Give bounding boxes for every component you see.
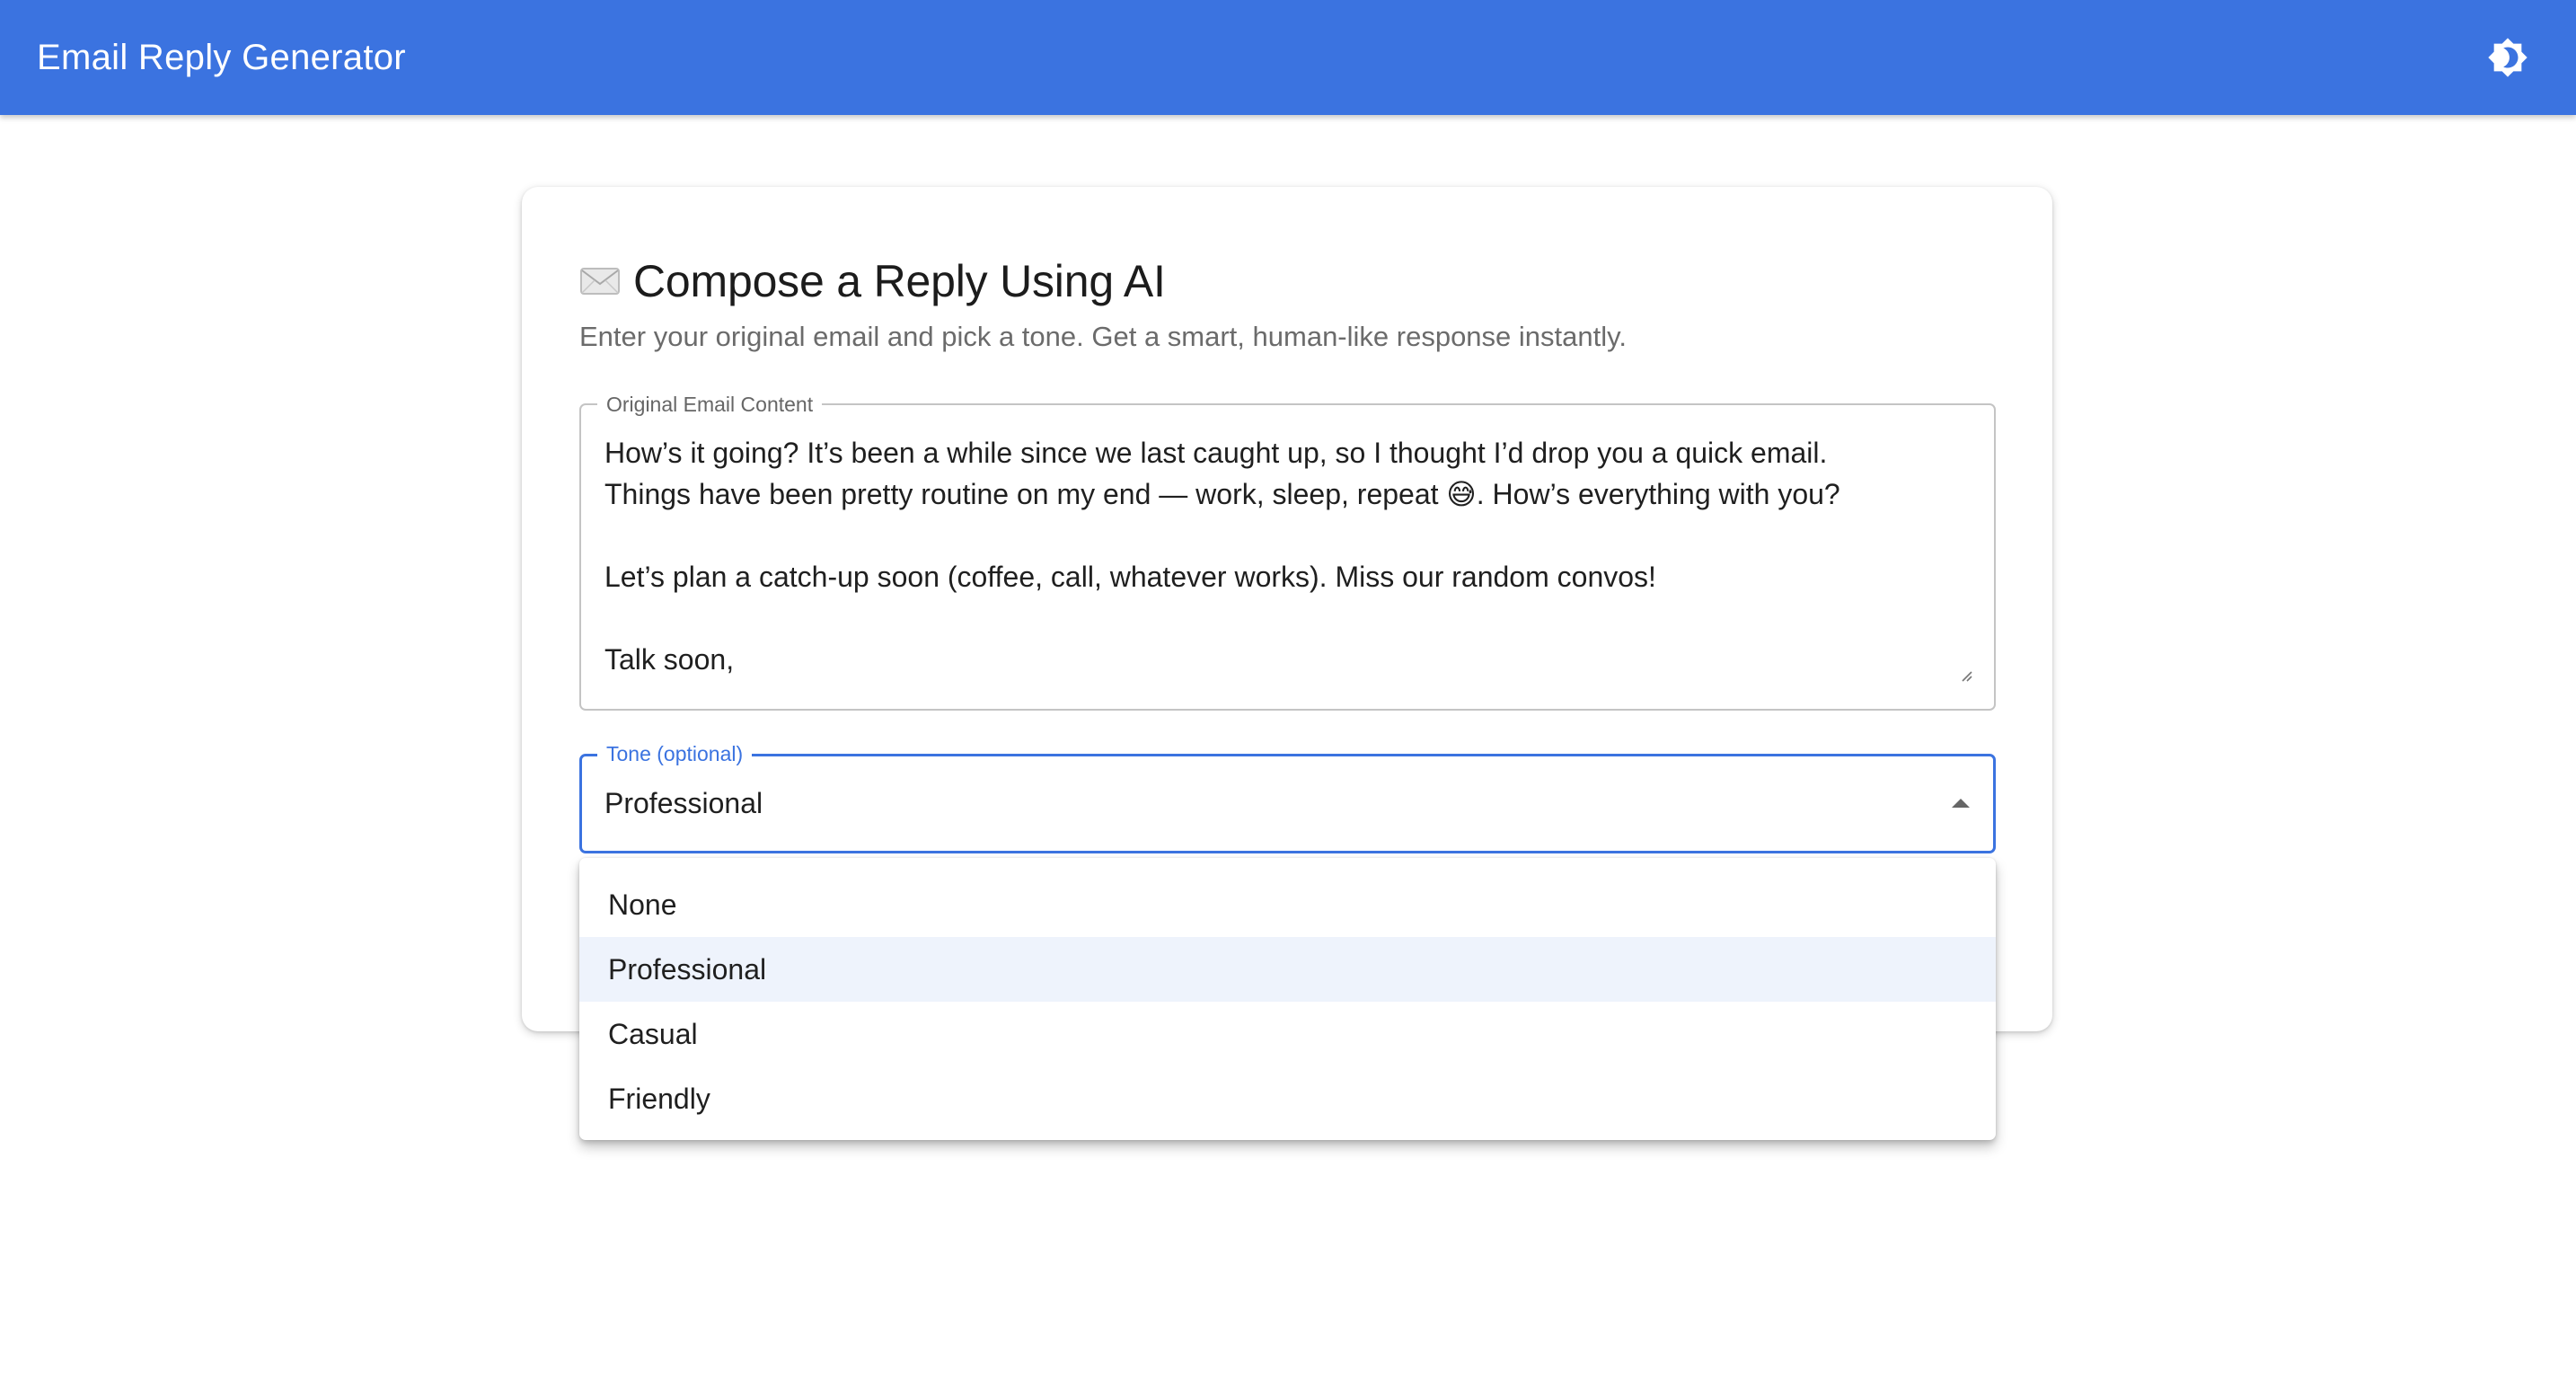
resize-handle-icon[interactable]	[1958, 667, 1972, 682]
tone-options-menu: None Professional Casual Friendly	[579, 858, 1996, 1140]
app-bar: Email Reply Generator	[0, 0, 2576, 115]
tone-option-casual[interactable]: Casual	[579, 1002, 1996, 1066]
arrow-up-icon[interactable]	[1952, 798, 1970, 809]
original-email-textarea[interactable]: How’s it going? It’s been a while since …	[604, 432, 1840, 680]
original-email-field[interactable]: Original Email Content How’s it going? I…	[579, 393, 1996, 711]
app-title: Email Reply Generator	[37, 37, 406, 77]
card-title: Compose a Reply Using AI	[633, 256, 1166, 306]
brightness-icon	[2488, 38, 2527, 77]
tone-select-value[interactable]: Professional	[604, 783, 763, 823]
tone-select-label: Tone (optional)	[597, 742, 753, 765]
tone-option-professional[interactable]: Professional	[579, 937, 1996, 1002]
tone-select[interactable]: Tone (optional) Professional	[579, 742, 1996, 853]
envelope-icon	[580, 268, 620, 295]
tone-option-friendly[interactable]: Friendly	[579, 1066, 1996, 1131]
card-subtitle: Enter your original email and pick a ton…	[579, 321, 1627, 352]
theme-toggle-button[interactable]	[2479, 29, 2536, 86]
tone-option-none[interactable]: None	[579, 872, 1996, 937]
original-email-label: Original Email Content	[597, 393, 823, 416]
card-heading: Compose a Reply Using AI	[579, 241, 1166, 322]
